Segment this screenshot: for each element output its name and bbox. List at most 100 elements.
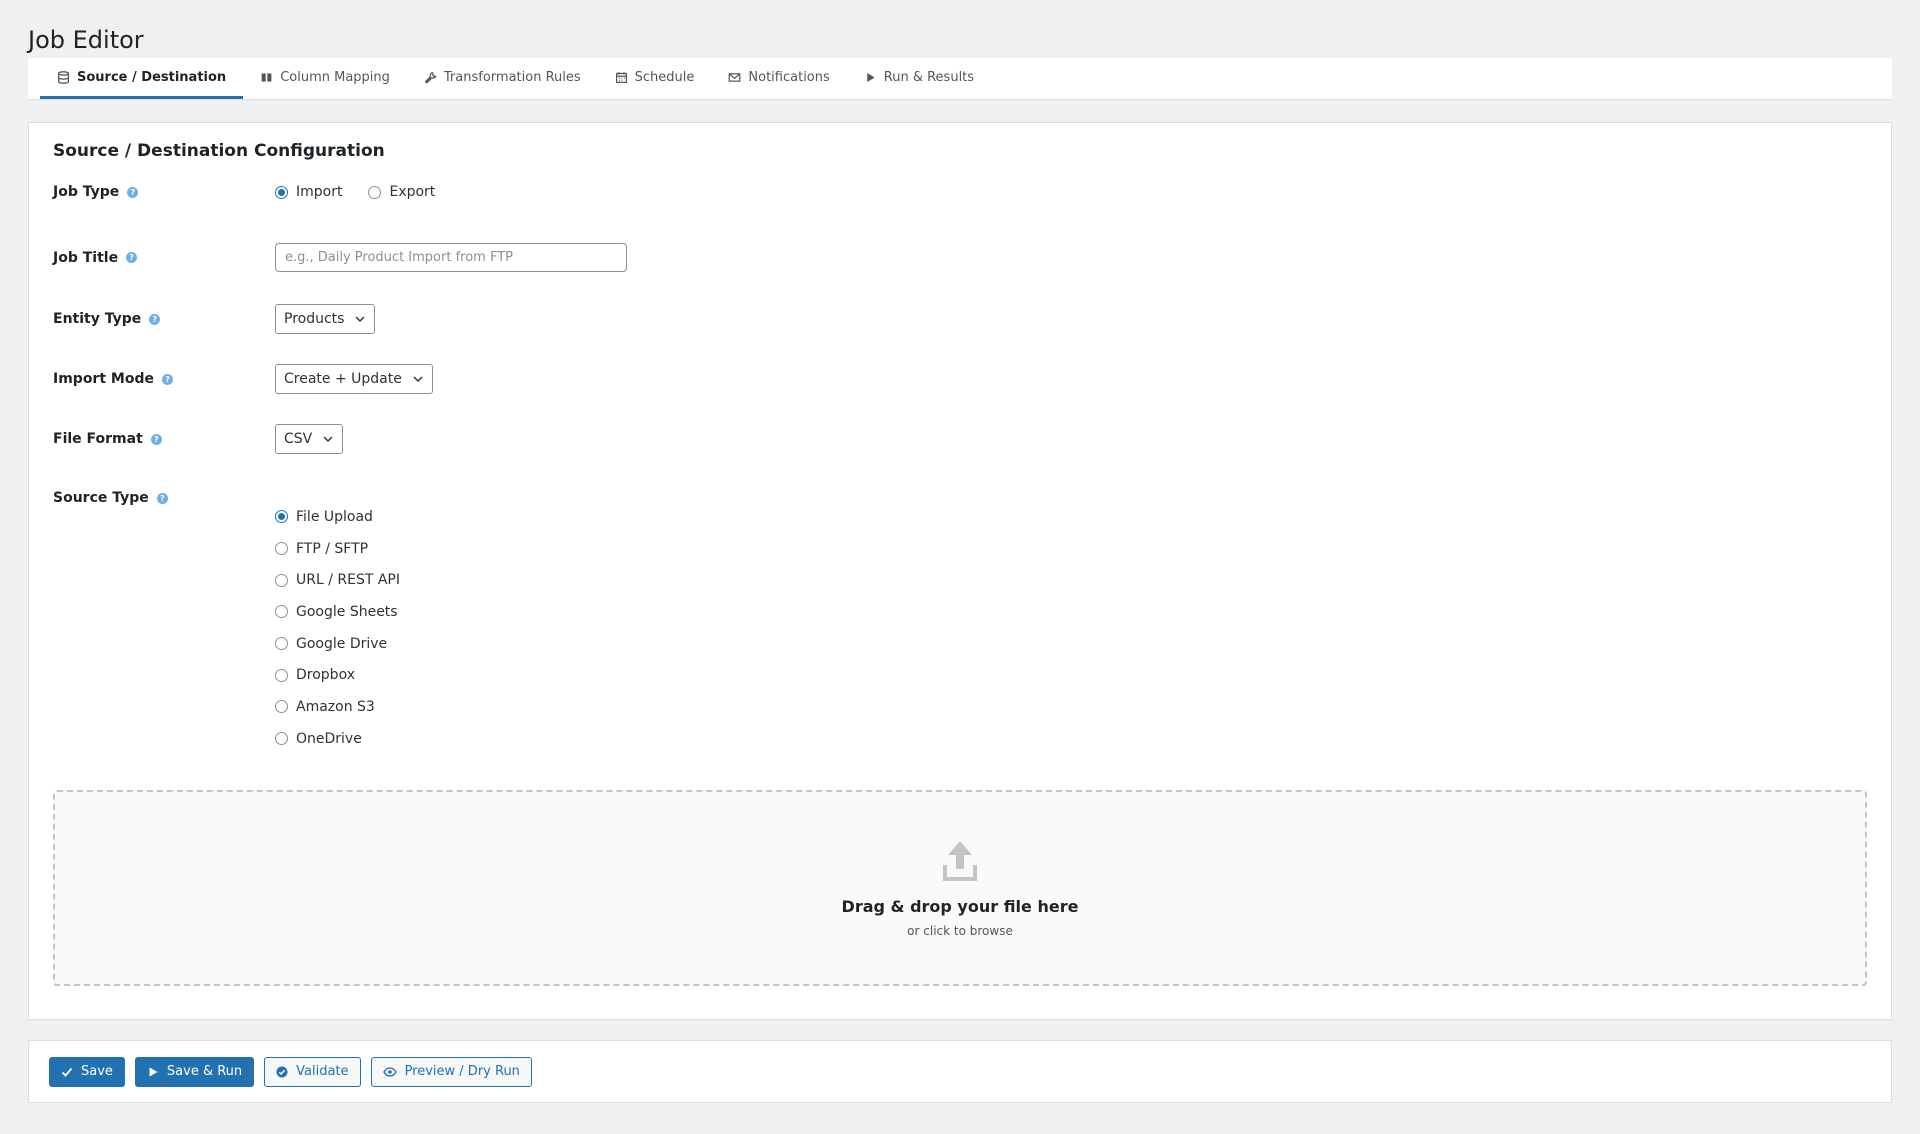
dropzone-subtitle[interactable]: or click to browse [907, 924, 1013, 938]
button-label: Validate [296, 1064, 349, 1079]
eye-icon [382, 1066, 397, 1077]
radio-dropbox[interactable]: Dropbox [275, 659, 400, 691]
mail-icon [729, 72, 741, 82]
label-text: File Format [53, 431, 143, 447]
radio-ftp-sftp[interactable]: FTP / SFTP [275, 533, 400, 565]
radio-label: Amazon S3 [296, 698, 375, 715]
help-icon[interactable]: ? [126, 252, 138, 263]
label-text: Entity Type [53, 311, 142, 327]
preview-dry-run-button[interactable]: Preview / Dry Run [370, 1056, 532, 1087]
radio-onedrive[interactable]: OneDrive [275, 723, 400, 755]
radio-label: Dropbox [296, 667, 355, 684]
radio-url-rest-api[interactable]: URL / REST API [275, 564, 400, 596]
tab-label: Notifications [748, 69, 830, 85]
help-icon[interactable]: ? [127, 186, 139, 198]
label-text: Source Type [53, 490, 149, 506]
section-title: Source / Destination Configuration [53, 141, 385, 161]
help-icon[interactable]: ? [149, 313, 161, 325]
tab-bar: Source / Destination Column Mapping Tran… [28, 58, 1892, 100]
action-bar: Save Save & Run Validate Preview / Dry R… [28, 1040, 1892, 1103]
dropzone-title: Drag & drop your file here [841, 896, 1079, 916]
radio-button[interactable] [368, 185, 382, 199]
radio-button[interactable] [275, 573, 288, 587]
job-editor: Job Editor Source / Destination Column M… [28, 24, 1892, 1103]
wrench-icon [424, 71, 437, 83]
select-value: Products [284, 311, 345, 327]
configuration-card: Source / Destination Configuration Job T… [28, 122, 1892, 1020]
file-format-select[interactable]: CSV [275, 424, 344, 454]
radio-button[interactable] [275, 637, 288, 651]
label-text: Job Type [53, 184, 120, 200]
radio-label: Export [389, 184, 436, 200]
radio-button[interactable] [275, 668, 288, 682]
radio-google-sheets[interactable]: Google Sheets [275, 596, 400, 628]
select-value: Create + Update [284, 371, 402, 387]
radio-label: FTP / SFTP [296, 540, 369, 557]
button-label: Preview / Dry Run [404, 1064, 520, 1079]
chevron-down-icon [413, 376, 423, 383]
radio-label: Google Drive [296, 635, 388, 652]
radio-label: File Upload [296, 508, 373, 525]
tab-transformation-rules[interactable]: Transformation Rules [407, 58, 598, 99]
tab-label: Run & Results [883, 69, 975, 85]
save-run-button[interactable]: Save & Run [134, 1056, 255, 1087]
entity-type-label: Entity Type ? [53, 311, 275, 327]
job-type-label: Job Type ? [53, 184, 275, 200]
upload-icon [943, 840, 977, 881]
tab-column-mapping[interactable]: Column Mapping [243, 58, 407, 99]
radio-button-checked[interactable] [275, 510, 288, 524]
tab-label: Source / Destination [77, 69, 227, 85]
radio-amazon-s3[interactable]: Amazon S3 [275, 691, 400, 723]
job-title-input[interactable] [275, 243, 627, 272]
play-icon [867, 72, 875, 82]
radio-google-drive[interactable]: Google Drive [275, 628, 400, 660]
radio-label: Import [296, 184, 343, 200]
radio-button[interactable] [275, 542, 288, 556]
chevron-down-icon [355, 316, 365, 323]
calendar-icon [615, 71, 627, 83]
save-button[interactable]: Save [49, 1056, 125, 1087]
radio-import[interactable]: Import [275, 184, 342, 200]
label-text: Job Title [53, 249, 119, 266]
tab-label: Column Mapping [280, 69, 390, 85]
help-icon[interactable]: ? [161, 373, 173, 385]
tab-notifications[interactable]: Notifications [711, 58, 846, 99]
help-icon[interactable]: ? [156, 492, 168, 504]
radio-button[interactable] [275, 605, 288, 619]
entity-type-row: Entity Type ? Products [53, 304, 376, 334]
source-type-row: Source Type ? [53, 490, 275, 506]
page-title: Job Editor [28, 26, 144, 54]
job-title-row: Job Title ? [53, 243, 627, 272]
tab-label: Transformation Rules [443, 69, 581, 85]
tab-schedule[interactable]: Schedule [598, 58, 712, 99]
help-icon[interactable]: ? [150, 433, 162, 445]
label-text: Import Mode [53, 371, 154, 387]
import-mode-select[interactable]: Create + Update [275, 364, 433, 394]
tab-label: Schedule [634, 69, 695, 85]
import-mode-row: Import Mode ? Create + Update [53, 364, 433, 394]
tab-source-destination[interactable]: Source / Destination [40, 58, 244, 99]
file-dropzone[interactable]: Drag & drop your file here or click to b… [53, 790, 1867, 986]
file-format-row: File Format ? CSV [53, 424, 344, 454]
select-value: CSV [284, 431, 313, 447]
job-type-row: Job Type ? Import Export [53, 184, 461, 200]
play-icon [149, 1067, 158, 1076]
button-label: Save & Run [166, 1064, 243, 1079]
radio-file-upload[interactable]: File Upload [275, 501, 400, 533]
columns-icon [261, 72, 272, 82]
source-type-options: File Upload FTP / SFTP URL / REST API Go… [275, 501, 400, 755]
entity-type-select[interactable]: Products [275, 304, 376, 334]
chevron-down-icon [323, 436, 333, 443]
source-type-label: Source Type ? [53, 490, 275, 506]
radio-button[interactable] [275, 732, 288, 746]
validate-button[interactable]: Validate [264, 1056, 361, 1087]
radio-export[interactable]: Export [368, 184, 435, 200]
button-label: Save [81, 1064, 113, 1079]
import-mode-label: Import Mode ? [53, 371, 275, 387]
radio-label: Google Sheets [296, 603, 398, 620]
radio-button[interactable] [275, 700, 288, 714]
radio-label: URL / REST API [296, 572, 401, 589]
radio-label: OneDrive [296, 730, 362, 747]
radio-button-checked[interactable] [275, 185, 288, 199]
tab-run-results[interactable]: Run & Results [847, 58, 991, 99]
